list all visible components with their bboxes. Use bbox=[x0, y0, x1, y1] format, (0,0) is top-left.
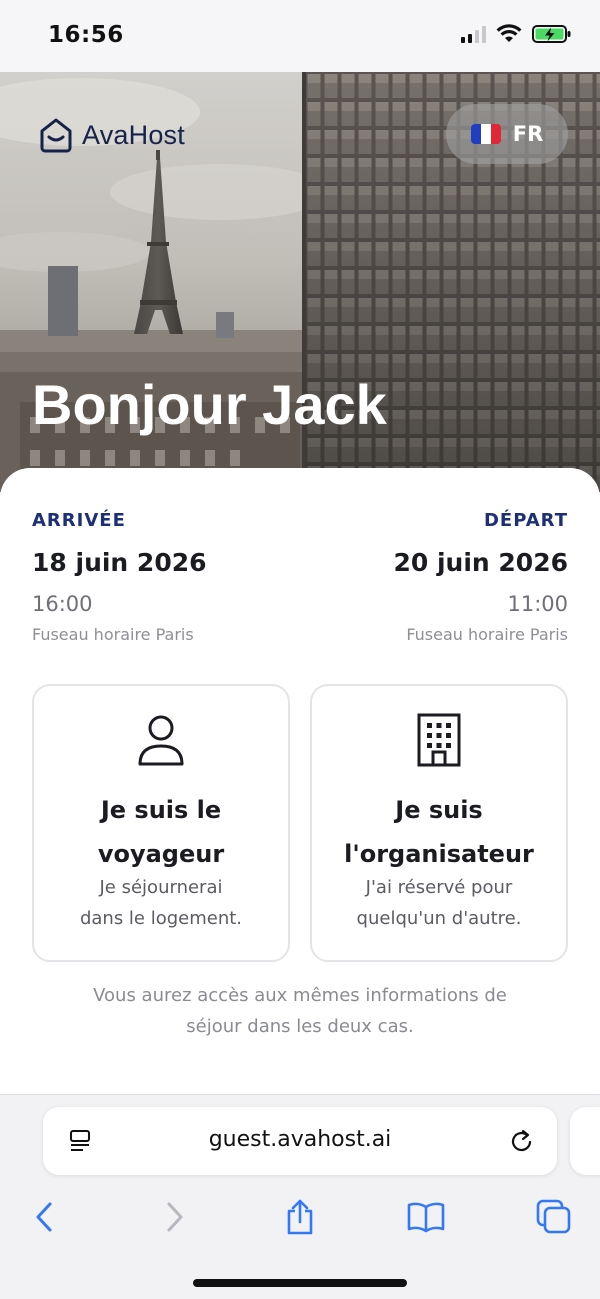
traveler-choice-description: Je séjournerai dans le logement. bbox=[46, 872, 276, 934]
departure-timezone: Fuseau horaire Paris bbox=[406, 625, 568, 644]
cellular-signal-icon bbox=[461, 25, 486, 43]
person-icon bbox=[138, 715, 184, 766]
share-button[interactable] bbox=[278, 1197, 322, 1237]
language-selector[interactable]: FR bbox=[446, 104, 568, 164]
organizer-title-line-1: Je suis bbox=[395, 796, 483, 824]
house-smile-icon bbox=[40, 118, 72, 153]
address-bar[interactable]: guest.avahost.ai bbox=[43, 1107, 557, 1175]
organizer-desc-line-1: J'ai réservé pour bbox=[365, 877, 513, 898]
share-icon bbox=[287, 1199, 313, 1235]
organizer-choice-button[interactable]: Je suis l'organisateur J'ai réservé pour… bbox=[310, 684, 568, 962]
traveler-choice-title: Je suis le voyageur bbox=[44, 788, 278, 876]
traveler-desc-line-1: Je séjournerai bbox=[99, 877, 223, 898]
status-icons bbox=[461, 24, 572, 44]
arrival-date: 18 juin 2026 bbox=[32, 548, 207, 577]
wifi-icon bbox=[496, 24, 522, 42]
arrival-timezone: Fuseau horaire Paris bbox=[32, 625, 194, 644]
traveler-choice-button[interactable]: Je suis le voyageur Je séjournerai dans … bbox=[32, 684, 290, 962]
greeting-title: Bonjour Jack bbox=[32, 373, 387, 436]
browser-toolbar: guest.avahost.ai bbox=[0, 1094, 600, 1299]
bookmarks-button[interactable] bbox=[404, 1197, 448, 1237]
organizer-choice-description: J'ai réservé pour quelqu'un d'autre. bbox=[324, 872, 554, 934]
arrival-time: 16:00 bbox=[32, 592, 93, 616]
traveler-desc-line-2: dans le logement. bbox=[79, 908, 243, 929]
reload-icon[interactable] bbox=[509, 1127, 535, 1155]
hero-banner: AvaHost FR Bonjour Jack bbox=[0, 72, 600, 492]
info-note: Vous aurez accès aux mêmes informations … bbox=[40, 980, 560, 1042]
traveler-title-line-1: Je suis le bbox=[100, 796, 222, 824]
tabs-button[interactable] bbox=[532, 1197, 576, 1237]
status-time: 16:56 bbox=[48, 22, 124, 48]
organizer-desc-line-2: quelqu'un d'autre. bbox=[356, 908, 522, 929]
forward-button[interactable] bbox=[153, 1197, 197, 1237]
next-tab-peek[interactable] bbox=[570, 1107, 600, 1175]
departure-time: 11:00 bbox=[507, 592, 568, 616]
chevron-left-icon bbox=[36, 1202, 52, 1232]
traveler-title-line-2: voyageur bbox=[97, 840, 225, 868]
book-icon bbox=[407, 1202, 445, 1233]
info-note-line-2: séjour dans les deux cas. bbox=[186, 1016, 414, 1037]
tabs-icon bbox=[536, 1199, 571, 1234]
arrival-label: ARRIVÉE bbox=[32, 510, 126, 531]
stay-card: ARRIVÉE 18 juin 2026 16:00 Fuseau horair… bbox=[0, 468, 600, 1094]
home-indicator bbox=[193, 1279, 407, 1287]
battery-charging-icon bbox=[532, 25, 571, 43]
building-icon bbox=[417, 713, 461, 767]
url-text[interactable]: guest.avahost.ai bbox=[43, 1127, 557, 1152]
french-flag-icon bbox=[470, 124, 501, 144]
chevron-right-icon bbox=[167, 1202, 183, 1232]
info-note-line-1: Vous aurez accès aux mêmes informations … bbox=[93, 985, 507, 1006]
brand-logo[interactable]: AvaHost bbox=[38, 116, 185, 154]
organizer-choice-title: Je suis l'organisateur bbox=[322, 788, 556, 876]
language-code: FR bbox=[512, 122, 544, 146]
back-button[interactable] bbox=[22, 1197, 66, 1237]
departure-date: 20 juin 2026 bbox=[393, 548, 568, 577]
departure-label: DÉPART bbox=[483, 510, 568, 531]
brand-name: AvaHost bbox=[82, 119, 185, 150]
organizer-title-line-2: l'organisateur bbox=[344, 840, 534, 868]
status-bar: 16:56 bbox=[0, 0, 600, 72]
